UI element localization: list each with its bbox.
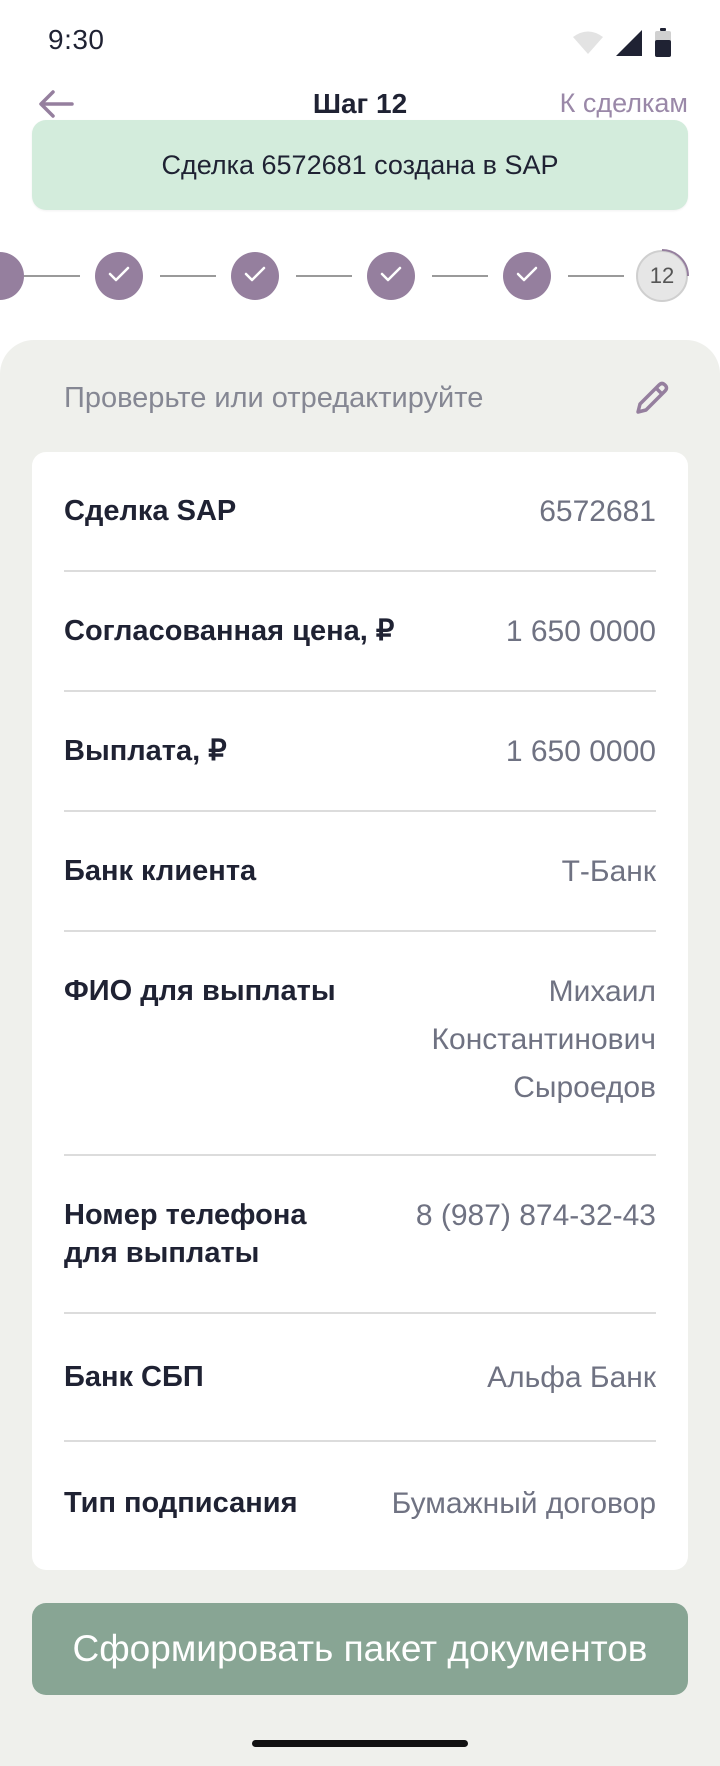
deal-details-card: Сделка SAP 6572681 Согласованная цена, ₽… bbox=[32, 452, 688, 1570]
detail-row-payout: Выплата, ₽ 1 650 0000 bbox=[64, 692, 656, 812]
detail-value: 1 650 0000 bbox=[505, 735, 656, 768]
detail-value: 6572681 bbox=[539, 495, 656, 528]
detail-row-payout-name: ФИО для выплаты Михаил Константинович Сы… bbox=[64, 932, 656, 1156]
detail-label: ФИО для выплаты bbox=[64, 975, 336, 1007]
success-toast: Сделка 6572681 создана в SAP bbox=[32, 120, 688, 210]
detail-label: Тип подписания bbox=[64, 1487, 298, 1519]
step-progress: 12 bbox=[0, 248, 720, 304]
status-icons bbox=[572, 28, 672, 63]
to-deals-link[interactable]: К сделкам bbox=[560, 88, 688, 119]
detail-value: 8 (987) 874-32-43 bbox=[415, 1199, 656, 1232]
status-bar: 9:30 bbox=[0, 0, 720, 80]
detail-value: Альфа Банк bbox=[487, 1361, 656, 1394]
home-indicator bbox=[252, 1740, 468, 1747]
step-completed bbox=[503, 252, 551, 300]
detail-value-line: Михаил bbox=[548, 975, 656, 1008]
generate-documents-button[interactable]: Сформировать пакет документов bbox=[32, 1603, 688, 1695]
detail-label: Банк СБП bbox=[64, 1361, 204, 1393]
review-panel: Проверьте или отредактируйте Сделка SAP … bbox=[0, 340, 720, 1766]
check-icon bbox=[108, 265, 130, 288]
detail-value-line: Константинович bbox=[431, 1023, 656, 1056]
check-icon bbox=[516, 265, 538, 288]
status-time: 9:30 bbox=[48, 24, 105, 55]
step-progress-arc bbox=[661, 249, 689, 277]
detail-value: Михаил Константинович Сыроедов bbox=[432, 968, 656, 1112]
detail-label: Номер телефона для выплаты bbox=[64, 1196, 306, 1272]
step-connector bbox=[296, 275, 352, 277]
battery-icon bbox=[654, 28, 672, 63]
detail-row-signing-type: Тип подписания Бумажный договор bbox=[64, 1442, 656, 1570]
detail-value: 1 650 0000 bbox=[505, 615, 656, 648]
detail-row-payout-phone: Номер телефона для выплаты 8 (987) 874-3… bbox=[64, 1156, 656, 1314]
detail-label: Согласованная цена, ₽ bbox=[64, 615, 395, 647]
wifi-icon bbox=[572, 30, 604, 61]
detail-row-sbp-bank: Банк СБП Альфа Банк bbox=[64, 1314, 656, 1442]
step-connector bbox=[24, 275, 80, 277]
pencil-icon bbox=[632, 378, 672, 423]
step-connector bbox=[432, 275, 488, 277]
step-completed bbox=[95, 252, 143, 300]
step-completed bbox=[231, 252, 279, 300]
detail-label: Банк клиента bbox=[64, 855, 257, 887]
detail-label: Выплата, ₽ bbox=[64, 735, 227, 767]
check-icon bbox=[244, 265, 266, 288]
step-completed bbox=[367, 252, 415, 300]
detail-value: Бумажный договор bbox=[391, 1487, 656, 1520]
step-connector bbox=[568, 275, 624, 277]
toast-message: Сделка 6572681 создана в SAP bbox=[161, 149, 559, 180]
panel-hint: Проверьте или отредактируйте bbox=[64, 382, 484, 414]
cellular-signal-icon bbox=[614, 29, 644, 62]
edit-button[interactable] bbox=[630, 378, 674, 422]
detail-value-line: Сыроедов bbox=[513, 1071, 656, 1104]
detail-row-sap-deal: Сделка SAP 6572681 bbox=[64, 452, 656, 572]
detail-label-line: Номер телефона bbox=[64, 1199, 307, 1231]
detail-row-agreed-price: Согласованная цена, ₽ 1 650 0000 bbox=[64, 572, 656, 692]
detail-label-line: для выплаты bbox=[64, 1237, 260, 1269]
detail-label: Сделка SAP bbox=[64, 495, 237, 527]
check-icon bbox=[380, 265, 402, 288]
step-completed bbox=[0, 252, 24, 300]
detail-row-client-bank: Банк клиента Т-Банк bbox=[64, 812, 656, 932]
step-connector bbox=[160, 275, 216, 277]
detail-value: Т-Банк bbox=[561, 855, 656, 888]
